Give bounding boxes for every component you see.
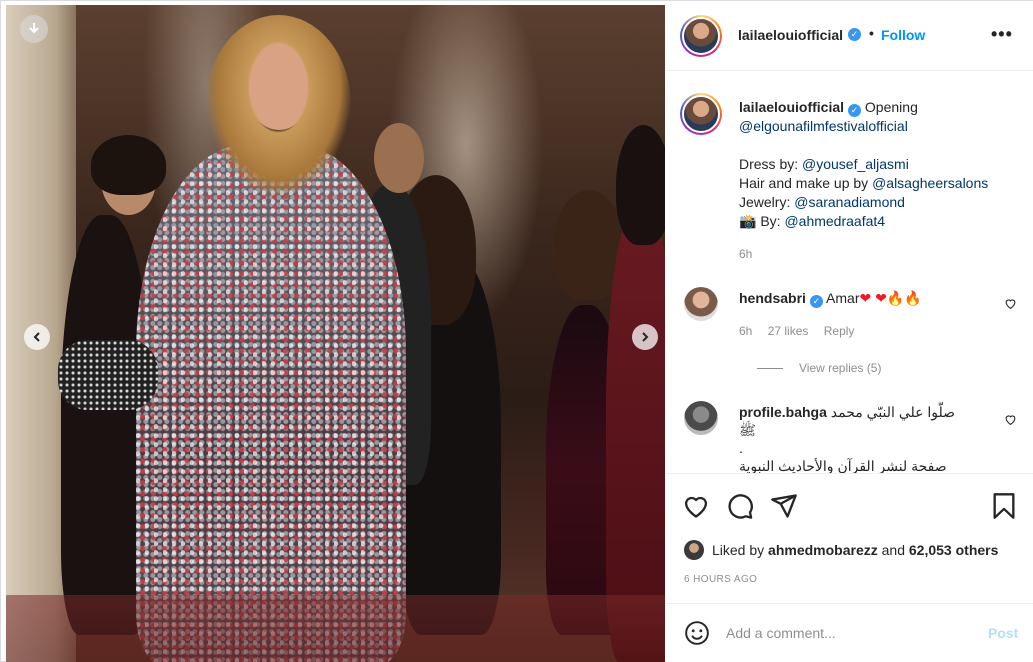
replies-divider bbox=[757, 368, 783, 370]
view-replies-label: View replies (5) bbox=[799, 361, 882, 375]
commenter-username[interactable]: profile.bahga bbox=[739, 404, 827, 420]
comment-input[interactable] bbox=[726, 622, 976, 644]
commenter-username[interactable]: hendsabri bbox=[739, 290, 806, 306]
photo-subject-clutch bbox=[58, 340, 158, 410]
comment-text-line: صفحة لنشر القرآن والأحاديث النبوية bbox=[739, 458, 947, 473]
photo-guest-left-hair bbox=[91, 135, 166, 195]
author-username[interactable]: lailaelouiofficial bbox=[738, 27, 843, 43]
photo-guest-right bbox=[606, 205, 665, 662]
comment-body: profile.bahga صلّوا علي النبّي محمد ﷺ . … bbox=[739, 403, 989, 473]
photo-red-carpet bbox=[6, 595, 665, 662]
chevron-right-icon[interactable] bbox=[632, 324, 658, 350]
mention-link-festival[interactable]: @elgounafilmfestivalofficial bbox=[739, 117, 1019, 136]
heart-icon[interactable] bbox=[682, 492, 710, 520]
verified-badge-icon: ✓ bbox=[848, 28, 861, 41]
verified-badge-icon: ✓ bbox=[809, 295, 823, 308]
liked-by-count[interactable]: 62,053 others bbox=[909, 542, 999, 558]
caption-text: lailaelouiofficial ✓ Opening @elgounafilm… bbox=[739, 98, 1019, 231]
photo-guest-man-head bbox=[374, 123, 424, 193]
add-comment-bar: Post bbox=[666, 603, 1033, 662]
mention-link-photo[interactable]: @ahmedraafat4 bbox=[784, 213, 885, 229]
photo-subject-hair bbox=[206, 15, 351, 195]
comment-text-line: صلّوا علي النبّي محمد bbox=[830, 404, 956, 420]
fire-emoji: 🔥 bbox=[886, 290, 905, 306]
comment-text: Amar bbox=[826, 290, 860, 306]
commenter-avatar[interactable] bbox=[684, 401, 718, 435]
download-arrow-icon bbox=[29, 23, 39, 34]
comment-icon[interactable] bbox=[726, 492, 754, 520]
caption-lead: Opening bbox=[864, 99, 918, 115]
verified-badge-icon: ✓ bbox=[848, 104, 862, 117]
mention-link-jewelry[interactable]: @saranadiamond bbox=[794, 194, 905, 210]
follow-button[interactable]: Follow bbox=[881, 27, 925, 43]
hair-label: Hair and make up by bbox=[739, 175, 873, 191]
comment-text-line: . bbox=[739, 440, 743, 456]
more-options-icon[interactable]: ••• bbox=[991, 25, 1013, 43]
mention-link-hair[interactable]: @alsagheersalons bbox=[872, 175, 988, 191]
comment-likes[interactable]: 27 likes bbox=[768, 324, 809, 338]
chevron-left-glyph bbox=[33, 332, 40, 342]
caption-author-username[interactable]: lailaelouiofficial bbox=[739, 99, 844, 115]
paper-plane-icon[interactable] bbox=[770, 492, 798, 520]
comment-like-heart-icon[interactable] bbox=[1004, 297, 1017, 310]
bookmark-icon[interactable] bbox=[990, 492, 1018, 520]
view-replies-button[interactable]: View replies (5) bbox=[757, 361, 881, 375]
likes-summary[interactable]: Liked by ahmedmobarezz and 62,053 others bbox=[684, 540, 998, 560]
jewelry-label: Jewelry: bbox=[739, 194, 795, 210]
post-actions: Liked by ahmedmobarezz and 62,053 others… bbox=[666, 473, 1033, 603]
post-sidebar: lailaelouiofficial ✓ • Follow ••• lailae… bbox=[666, 1, 1033, 662]
mention-link-dress[interactable]: @yousef_aljasmi bbox=[802, 156, 909, 172]
likes-text: Liked by ahmedmobarezz and 62,053 others bbox=[712, 542, 998, 558]
download-icon[interactable] bbox=[20, 15, 48, 43]
caption-timestamp[interactable]: 6h bbox=[739, 247, 752, 261]
comment-text-line: ﷺ bbox=[739, 422, 756, 438]
post-frame: lailaelouiofficial ✓ • Follow ••• lailae… bbox=[0, 0, 1033, 662]
photo-label: By: bbox=[756, 213, 785, 229]
comment-body: hendsabri ✓ Amar❤ ❤🔥🔥 bbox=[739, 289, 989, 308]
author-avatar[interactable] bbox=[680, 15, 722, 57]
commenter-avatar[interactable] bbox=[684, 287, 718, 321]
header-separator: • bbox=[869, 25, 874, 41]
chevron-right-glyph bbox=[642, 332, 649, 342]
post-timestamp[interactable]: 6 HOURS AGO bbox=[684, 574, 757, 585]
post-comment-button[interactable]: Post bbox=[988, 625, 1018, 641]
liker-avatar[interactable] bbox=[684, 540, 704, 560]
heart-emoji: ❤ bbox=[875, 290, 887, 306]
comments-list[interactable]: lailaelouiofficial ✓ Opening @elgounafilm… bbox=[666, 71, 1033, 473]
smiley-icon[interactable] bbox=[684, 620, 710, 646]
comment-like-heart-icon[interactable] bbox=[1004, 413, 1017, 426]
chevron-left-icon[interactable] bbox=[24, 324, 50, 350]
fire-emoji: 🔥 bbox=[904, 290, 922, 306]
reply-button[interactable]: Reply bbox=[824, 324, 855, 338]
liked-by-username[interactable]: ahmedmobarezz bbox=[768, 542, 878, 558]
dress-label: Dress by: bbox=[739, 156, 803, 172]
liked-by-middle: and bbox=[877, 542, 909, 558]
photo-subject-dress bbox=[136, 145, 406, 662]
photo-guest-right-hair bbox=[616, 125, 665, 245]
post-photo[interactable] bbox=[6, 5, 665, 662]
comment-timestamp[interactable]: 6h bbox=[739, 324, 752, 338]
liked-by-prefix: Liked by bbox=[712, 542, 769, 558]
caption-author-avatar[interactable] bbox=[680, 93, 722, 135]
post-header: lailaelouiofficial ✓ • Follow ••• bbox=[666, 1, 1033, 71]
comment-meta: 6h 27 likes Reply bbox=[739, 324, 866, 338]
camera-icon: 📸 bbox=[739, 213, 757, 229]
heart-emoji: ❤ bbox=[859, 290, 872, 306]
